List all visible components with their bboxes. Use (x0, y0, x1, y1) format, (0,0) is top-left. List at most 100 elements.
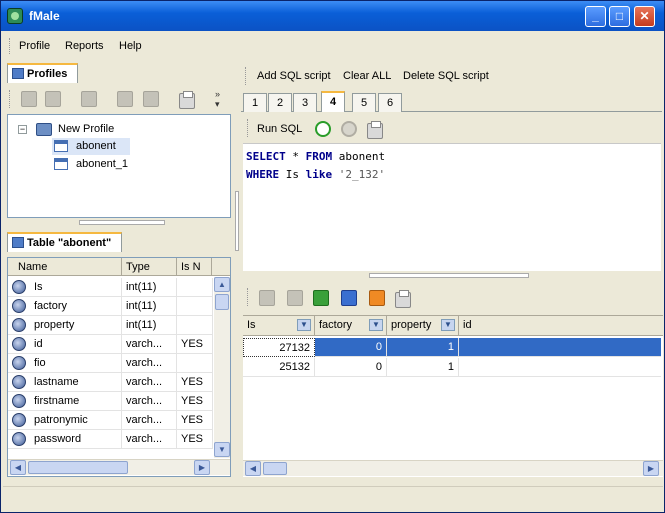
field-type: int(11) (122, 316, 177, 335)
print-results-icon[interactable] (395, 290, 411, 308)
table-row[interactable]: Is int(11) (8, 278, 213, 297)
close-icon[interactable]: ✕ (634, 6, 655, 27)
cell-is[interactable]: 27132 (243, 338, 315, 357)
sql-keyword: like (305, 168, 333, 181)
stop-icon[interactable] (341, 121, 357, 137)
results-hscrollbar[interactable]: ◀ ▶ (243, 460, 663, 476)
splitter-handle[interactable] (79, 220, 165, 225)
cell-property[interactable]: 1 (387, 338, 459, 357)
print-icon[interactable] (179, 91, 195, 109)
col-header-label: factory (319, 319, 353, 331)
splitter-handle[interactable] (369, 273, 529, 278)
toolbar-overflow-icon[interactable]: » ▾ (215, 89, 220, 110)
col-header-is-null[interactable]: Is N (177, 258, 212, 276)
scroll-thumb[interactable] (263, 462, 287, 475)
execute-icon[interactable] (315, 121, 331, 137)
tab-sql-1[interactable]: 1 (243, 93, 267, 112)
menu-profile[interactable]: Profile (19, 40, 50, 52)
col-header-label: Is (247, 319, 256, 331)
export-icon[interactable] (313, 290, 329, 306)
tab-sql-5[interactable]: 5 (352, 93, 376, 112)
scroll-thumb[interactable] (28, 461, 128, 474)
menu-reports[interactable]: Reports (65, 40, 104, 52)
prev-record-icon[interactable] (287, 290, 303, 306)
tab-profiles[interactable]: Profiles (7, 63, 79, 83)
table-row[interactable]: property int(11) (8, 316, 213, 335)
sql-splitter[interactable] (243, 273, 661, 279)
cell-id[interactable] (459, 358, 661, 377)
scroll-right-icon[interactable]: ▶ (643, 461, 659, 476)
minimize-icon[interactable]: _ (585, 6, 606, 27)
run-sql-button[interactable]: Run SQL (257, 123, 302, 135)
table-row[interactable]: factory int(11) (8, 297, 213, 316)
left-splitter[interactable] (7, 220, 231, 226)
tab-table[interactable]: Table "abonent" (7, 232, 123, 252)
structure-vscrollbar[interactable]: ▲ ▼ (214, 277, 230, 458)
chevron-down-icon[interactable]: ▼ (441, 319, 455, 331)
splitter-handle[interactable] (235, 191, 239, 251)
delete-sql-script-button[interactable]: Delete SQL script (403, 70, 489, 82)
field-is-null (177, 297, 213, 316)
col-header-is[interactable]: Is ▼ (243, 316, 315, 336)
maximize-icon[interactable]: □ (609, 6, 630, 27)
scroll-down-icon[interactable]: ▼ (214, 442, 230, 457)
collapse-icon[interactable]: − (18, 125, 27, 134)
scroll-thumb[interactable] (215, 294, 229, 310)
scroll-up-icon[interactable]: ▲ (214, 277, 230, 292)
title-bar[interactable]: fMale _ □ ✕ (1, 1, 664, 31)
menu-help[interactable]: Help (119, 40, 142, 52)
disconnect-icon[interactable] (117, 91, 133, 107)
col-header-property[interactable]: property ▼ (387, 316, 459, 336)
field-name: property (30, 316, 122, 335)
tab-sql-6[interactable]: 6 (378, 93, 402, 112)
print-sql-icon[interactable] (367, 121, 383, 139)
structure-hscrollbar[interactable]: ◀ ▶ (8, 459, 230, 475)
table-row[interactable]: id varch... YES (8, 335, 213, 354)
table-row[interactable]: password varch... YES (8, 430, 213, 449)
field-type: varch... (122, 373, 177, 392)
scroll-right-icon[interactable]: ▶ (194, 460, 210, 475)
scroll-left-icon[interactable]: ◀ (245, 461, 261, 476)
chevron-down-icon[interactable]: ▼ (369, 319, 383, 331)
cell-property[interactable]: 1 (387, 358, 459, 377)
tab-sql-3[interactable]: 3 (293, 93, 317, 112)
cell-id[interactable] (459, 338, 661, 357)
table-row[interactable]: lastname varch... YES (8, 373, 213, 392)
clear-all-button[interactable]: Clear ALL (343, 70, 391, 82)
tree-item-abonent[interactable]: abonent (52, 138, 130, 155)
save-icon[interactable] (341, 290, 357, 306)
scroll-left-icon[interactable]: ◀ (10, 460, 26, 475)
toolbar-grip (247, 119, 250, 137)
field-is-null: YES (177, 373, 213, 392)
field-name: patronymic (30, 411, 122, 430)
cell-factory[interactable]: 0 (315, 358, 387, 377)
col-header-id[interactable]: id (459, 316, 663, 336)
field-name: password (30, 430, 122, 449)
chevron-down-icon[interactable]: ▼ (297, 319, 311, 331)
field-is-null (177, 278, 213, 297)
add-sql-script-button[interactable]: Add SQL script (257, 70, 331, 82)
field-icon (12, 356, 26, 370)
tab-sql-4[interactable]: 4 (321, 91, 345, 112)
tree-item-abonent-1[interactable]: abonent_1 (52, 156, 152, 173)
edit-profile-icon[interactable] (45, 91, 61, 107)
table-row[interactable]: 27132 0 1 (243, 338, 661, 357)
tab-sql-2[interactable]: 2 (268, 93, 292, 112)
col-header-name[interactable]: Name (8, 258, 122, 276)
col-header-type[interactable]: Type (122, 258, 177, 276)
table-row[interactable]: 25132 0 1 (243, 358, 661, 377)
first-record-icon[interactable] (259, 290, 275, 306)
table-row[interactable]: patronymic varch... YES (8, 411, 213, 430)
add-profile-icon[interactable] (21, 91, 37, 107)
refresh-icon[interactable] (369, 290, 385, 306)
col-header-factory[interactable]: factory ▼ (315, 316, 387, 336)
table-row[interactable]: firstname varch... YES (8, 392, 213, 411)
table-row[interactable]: fio varch... (8, 354, 213, 373)
sql-editor[interactable]: SELECT * FROM abonent WHERE Is like '2_1… (243, 143, 661, 271)
cell-is[interactable]: 25132 (243, 358, 315, 377)
cell-factory[interactable]: 0 (315, 338, 387, 357)
tree-root-row[interactable]: − New Profile (16, 121, 216, 138)
copy-profile-icon[interactable] (81, 91, 97, 107)
delete-profile-icon[interactable] (143, 91, 159, 107)
main-splitter[interactable] (234, 61, 240, 481)
